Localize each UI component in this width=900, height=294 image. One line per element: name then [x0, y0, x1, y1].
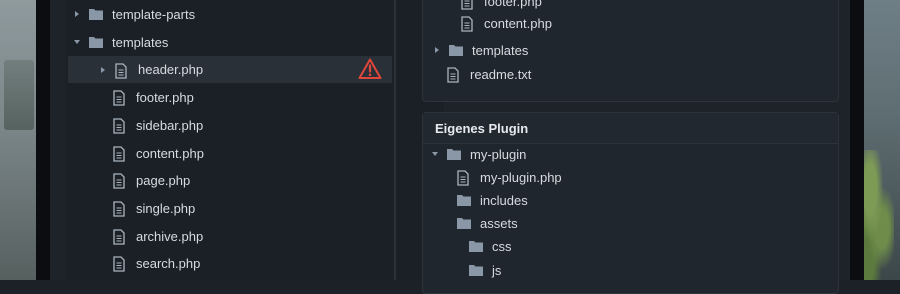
- tree-item-label: templates: [112, 34, 169, 50]
- file-icon: [112, 229, 126, 245]
- warning-icon[interactable]: [358, 57, 382, 81]
- chevron-right-icon[interactable]: [72, 9, 82, 19]
- tree-item-label: sidebar.php: [136, 117, 204, 133]
- chevron-right-icon[interactable]: [98, 65, 108, 75]
- tree-item-label: templates: [472, 42, 529, 58]
- tree-item-label: css: [492, 238, 512, 254]
- tree-file-sidebar-php[interactable]: sidebar.php: [112, 113, 372, 137]
- tree-item-label: footer.php: [136, 89, 194, 105]
- folder-icon: [88, 7, 103, 21]
- chevron-right-icon[interactable]: [432, 45, 442, 55]
- tree-item-label: content.php: [136, 145, 204, 161]
- tree-file-search-php[interactable]: search.php: [112, 251, 372, 275]
- file-icon: [112, 256, 126, 272]
- folder-icon: [448, 43, 463, 57]
- tree-item-label: js: [492, 262, 502, 278]
- tree-file-my-plugin-php[interactable]: my-plugin.php: [456, 165, 756, 189]
- tree-item-label: content.php: [484, 15, 552, 31]
- file-icon: [112, 146, 126, 162]
- tree-item-label: my-plugin.php: [480, 169, 562, 185]
- tree-item-label: template-parts: [112, 6, 196, 22]
- panel-divider[interactable]: [394, 0, 396, 280]
- tree-item-label: my-plugin: [470, 146, 527, 162]
- file-icon: [114, 62, 128, 79]
- tree-item-label: single.php: [136, 200, 196, 216]
- file-icon: [112, 90, 126, 106]
- tree-file-footer-php[interactable]: footer.php: [112, 85, 372, 109]
- file-icon: [460, 0, 474, 10]
- plugin-panel-title: Eigenes Plugin: [435, 121, 529, 136]
- tree-folder-templates[interactable]: templates: [72, 30, 372, 54]
- tree-item-label: footer.php: [484, 0, 542, 9]
- monitor-bezel-left: [36, 0, 50, 280]
- tree-item-label: page.php: [136, 172, 191, 188]
- tree-item-label: header.php: [138, 62, 204, 77]
- tree-file-content-php[interactable]: content.php: [112, 141, 372, 165]
- folder-icon: [88, 35, 103, 49]
- folder-icon: [468, 239, 483, 253]
- monitor-bezel-right: [850, 0, 864, 280]
- tree-item-label: search.php: [136, 255, 201, 271]
- background-shelf: [4, 60, 34, 130]
- plugin-panel-header: Eigenes Plugin: [423, 113, 838, 144]
- file-icon: [446, 67, 460, 83]
- tree-file-header-php[interactable]: header.php: [68, 56, 392, 83]
- file-icon: [460, 16, 474, 32]
- chevron-down-icon[interactable]: [430, 149, 440, 159]
- folder-icon: [468, 263, 483, 277]
- file-icon: [112, 201, 126, 217]
- tree-folder-template-parts[interactable]: template-parts: [72, 2, 372, 26]
- file-icon: [112, 118, 126, 134]
- folder-icon: [456, 193, 471, 207]
- file-icon: [112, 173, 126, 189]
- file-icon: [456, 170, 470, 186]
- tree-item-label: assets: [480, 215, 518, 231]
- tree-folder-templates[interactable]: templates: [432, 38, 732, 62]
- tree-folder-includes[interactable]: includes: [456, 188, 756, 212]
- tree-file-readme-txt[interactable]: readme.txt: [446, 62, 746, 86]
- tree-file-archive-php[interactable]: archive.php: [112, 224, 372, 248]
- tree-folder-js[interactable]: js: [468, 258, 768, 282]
- tree-folder-assets[interactable]: assets: [456, 211, 756, 235]
- tree-file-page-php[interactable]: page.php: [112, 168, 372, 192]
- tree-item-label: readme.txt: [470, 66, 532, 82]
- folder-icon: [456, 216, 471, 230]
- tree-item-label: includes: [480, 192, 528, 208]
- folder-icon: [446, 147, 461, 161]
- tree-item-label: archive.php: [136, 228, 204, 244]
- tree-folder-my-plugin[interactable]: my-plugin: [430, 142, 730, 166]
- tree-folder-css[interactable]: css: [468, 234, 768, 258]
- tree-file-single-php[interactable]: single.php: [112, 196, 372, 220]
- tree-file-content-php[interactable]: content.php: [460, 11, 760, 35]
- chevron-down-icon[interactable]: [72, 37, 82, 47]
